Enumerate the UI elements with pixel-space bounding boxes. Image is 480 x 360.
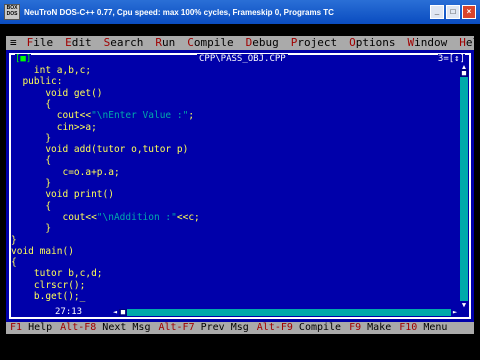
code-text: cout<< [11,110,92,122]
help-key: Alt-F8 [60,322,97,333]
string-literal: "\nEnter Value :" [91,110,189,122]
horizontal-scrollbar[interactable]: ◄ ■ ► [111,309,459,316]
editor-window: [■] CPP\PASS_OBJ.CPP 3=[↕] int a,b,c; pu… [6,50,474,322]
code-text: cout<< [11,211,97,223]
help-key: F1 [10,322,23,333]
code-text: { [11,98,52,110]
menu-window[interactable]: Window [402,36,454,50]
code-text: { [11,200,52,212]
scroll-left-icon[interactable]: ◄ [111,309,119,316]
menu-bar: ≡ File Edit Search Run Compile Debug Pro… [6,36,480,50]
scroll-thumb[interactable]: ■ [460,69,468,77]
code-text: clrscr(); [11,279,86,291]
help-item-f10[interactable]: F10 Menu [395,322,451,334]
code-line[interactable]: } [11,178,51,189]
code-text: b.get();_ [11,291,86,302]
window-controls: _ □ × [430,5,476,19]
code-text: void print() [11,189,114,201]
help-key: F9 [349,322,362,333]
minimize-button[interactable]: _ [430,5,444,19]
help-item-alt-f9[interactable]: Alt-F9 Compile [253,322,345,334]
code-line[interactable]: } [11,223,51,234]
code-text: } [11,132,52,144]
code-line[interactable]: { [11,257,17,268]
code-line[interactable]: } [11,235,17,246]
help-key: Alt-F7 [158,322,195,333]
code-text: } [11,178,52,189]
code-text: void main() [11,245,74,257]
code-line[interactable]: cout<<"\nAddition :"<<c; [11,211,200,223]
string-literal: "\nAddition :" [96,211,177,223]
help-key: Alt-F9 [256,322,293,333]
close-window-icon[interactable]: [■] [15,54,32,64]
help-label: Make [361,322,392,333]
code-line[interactable]: void print() [11,189,114,200]
code-line[interactable]: void main() [11,246,74,257]
code-text: void get() [11,87,103,99]
maximize-button[interactable]: □ [446,5,460,19]
code-line[interactable]: } [11,133,51,144]
code-text: tutor b,c,d; [11,268,103,280]
menu-options[interactable]: Options [343,36,401,50]
scroll-right-icon[interactable]: ► [451,309,459,316]
help-label: Compile [292,322,342,333]
menu-compile[interactable]: Compile [181,36,239,50]
code-line[interactable]: clrscr(); [11,280,85,291]
menu-edit[interactable]: Edit [59,36,98,50]
code-text: public: [11,76,63,88]
hscroll-thumb[interactable]: ■ [119,309,127,316]
code-text: int a,b,c; [11,65,92,76]
help-label: Prev Msg [194,322,249,333]
code-line[interactable]: void get() [11,87,103,99]
code-line[interactable]: void add(tutor o,tutor p) [11,144,188,155]
code-line[interactable]: { [11,99,51,110]
dosbox-app-icon[interactable]: BOX DOS [4,4,20,20]
code-text: cin>>a; [11,121,97,133]
code-line[interactable]: cin>>a; [11,122,97,133]
menu-search[interactable]: Search [98,36,150,50]
close-button[interactable]: × [462,5,476,19]
help-item-f1[interactable]: F1 Help [6,322,56,334]
code-line[interactable]: { [11,201,51,212]
code-line[interactable]: b.get();_ [11,291,85,302]
code-text: } [11,234,17,246]
window-title-bar: BOX DOS NeuTroN DOS-C++ 0.77, Cpu speed:… [0,0,480,24]
menu-file[interactable]: File [21,36,60,50]
scroll-down-icon[interactable]: ▼ [460,301,468,309]
help-bar: F1 Help Alt-F8 Next Msg Alt-F7 Prev Msg Alt… [6,322,474,334]
code-line[interactable]: c=o.a+p.a; [11,166,120,178]
code-text: c=o.a+p.a; [11,166,120,178]
editor-frame: [■] CPP\PASS_OBJ.CPP 3=[↕] int a,b,c; pu… [9,53,471,319]
code-line[interactable]: int a,b,c; [11,65,91,76]
code-text: { [11,257,17,269]
vertical-scrollbar[interactable]: ▲ ■ ▼ [460,63,468,309]
help-label: Help [22,322,53,333]
system-menu-icon[interactable]: ≡ [6,36,21,50]
window-title: NeuTroN DOS-C++ 0.77, Cpu speed: max 100… [24,7,334,17]
code-line[interactable]: { [11,155,51,166]
menu-run[interactable]: Run [149,36,181,50]
code-text: void add(tutor o,tutor p) [11,144,189,156]
cursor-position: 27:13 [55,307,83,317]
code-line[interactable]: public: [11,76,62,87]
code-line[interactable]: tutor b,c,d; [11,268,103,279]
code-text: } [11,223,52,235]
help-label: Next Msg [96,322,151,333]
code-line[interactable]: cout<<"\nEnter Value :"; [11,110,194,121]
code-text-tail: ; [188,110,195,122]
menu-help[interactable]: Help [453,36,480,50]
help-item-alt-f8[interactable]: Alt-F8 Next Msg [56,322,154,334]
help-key: F10 [399,322,418,333]
editor-filename: CPP\PASS_OBJ.CPP [197,54,288,64]
help-label: Menu [417,322,448,333]
code-text: { [11,155,52,167]
code-text-tail: <<c; [176,211,200,223]
menu-project[interactable]: Project [285,36,343,50]
menu-debug[interactable]: Debug [240,36,285,50]
help-item-f9[interactable]: F9 Make [345,322,395,334]
help-item-alt-f7[interactable]: Alt-F7 Prev Msg [154,322,252,334]
